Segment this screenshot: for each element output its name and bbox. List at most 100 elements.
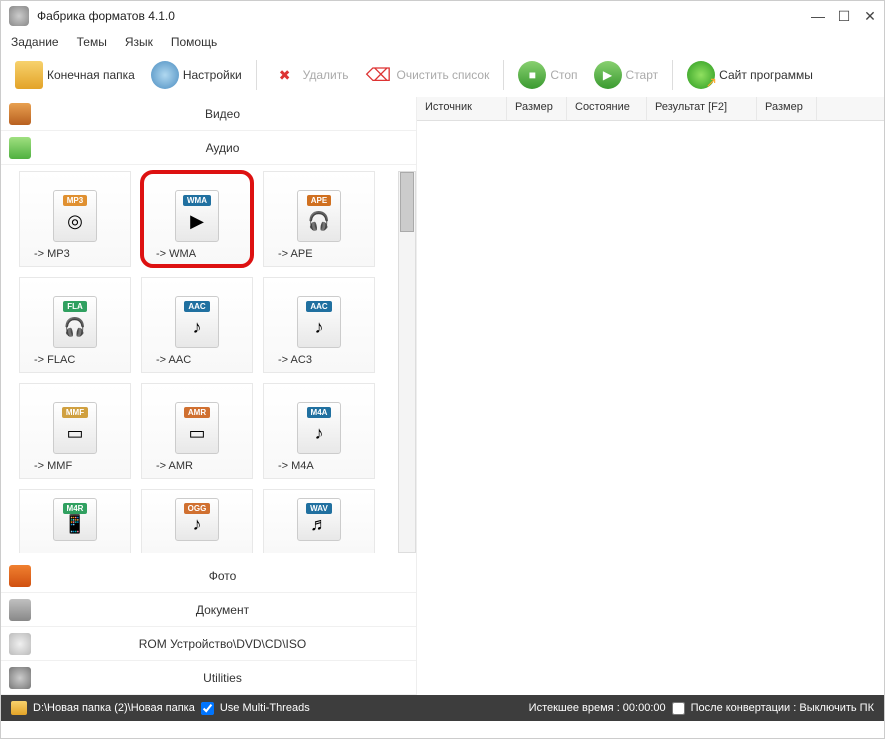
format-symbol-icon: ▭	[66, 423, 83, 444]
category-document[interactable]: Документ	[1, 593, 416, 627]
format-badge: MMF	[62, 407, 88, 418]
file-icon: MP3 ◎	[53, 190, 97, 242]
delete-icon	[271, 61, 299, 89]
menu-language[interactable]: Язык	[125, 35, 153, 49]
format-symbol-icon: 🎧	[64, 317, 86, 338]
format-symbol-icon: ▶	[190, 211, 204, 232]
start-icon	[594, 61, 622, 89]
format-symbol-icon: ◎	[67, 211, 83, 232]
menubar: Задание Темы Язык Помощь	[1, 31, 884, 57]
format-label: -> MMF	[26, 460, 72, 472]
video-icon	[9, 103, 31, 125]
format-label: -> FLAC	[26, 354, 75, 366]
rom-label: ROM Устройство\DVD\CD\ISO	[37, 637, 408, 651]
document-icon	[9, 599, 31, 621]
stop-icon	[518, 61, 546, 89]
utilities-label: Utilities	[37, 671, 408, 685]
clear-icon	[364, 61, 392, 89]
start-button[interactable]: Старт	[588, 59, 665, 91]
formats-area: MP3◎-> MP3WMA▶-> WMAAPE🎧-> APEFLA🎧-> FLA…	[1, 165, 416, 559]
format-fla[interactable]: FLA 🎧 -> FLAC	[19, 277, 131, 373]
video-label: Видео	[37, 107, 408, 121]
format-badge: WMA	[183, 195, 211, 206]
stop-button[interactable]: Стоп	[512, 59, 583, 91]
utilities-icon	[9, 667, 31, 689]
format-badge: AAC	[184, 301, 209, 312]
clear-label: Очистить список	[396, 68, 489, 82]
after-convert-checkbox[interactable]	[672, 702, 685, 715]
format-wma[interactable]: WMA▶-> WMA	[141, 171, 253, 267]
format-badge: APE	[307, 195, 331, 206]
format-mmf[interactable]: MMF ▭ -> MMF	[19, 383, 131, 479]
format-m4r[interactable]: M4R📱	[19, 489, 131, 553]
elapsed-time: Истекшее время : 00:00:00	[529, 702, 666, 714]
clear-list-button[interactable]: Очистить список	[358, 59, 495, 91]
menu-help[interactable]: Помощь	[171, 35, 217, 49]
output-path[interactable]: D:\Новая папка (2)\Новая папка	[33, 702, 195, 714]
format-symbol-icon: ▭	[188, 423, 205, 444]
menu-task[interactable]: Задание	[11, 35, 59, 49]
minimize-button[interactable]: —	[812, 10, 824, 22]
format-badge: WAV	[306, 503, 332, 514]
format-aac[interactable]: AAC♪-> AC3	[263, 277, 375, 373]
output-folder-button[interactable]: Конечная папка	[9, 59, 141, 91]
format-label: -> APE	[270, 248, 313, 260]
file-icon: FLA 🎧	[53, 296, 97, 348]
after-convert-label: После конвертации : Выключить ПК	[691, 702, 874, 714]
col-source[interactable]: Источник	[417, 97, 507, 120]
file-icon: MMF ▭	[53, 402, 97, 454]
settings-label: Настройки	[183, 68, 242, 82]
audio-label: Аудио	[37, 141, 408, 155]
category-photo[interactable]: Фото	[1, 559, 416, 593]
file-icon: WMA ▶	[175, 190, 219, 242]
scrollbar[interactable]	[398, 171, 416, 553]
format-mp3[interactable]: MP3◎-> MP3	[19, 171, 131, 267]
format-amr[interactable]: AMR ▭ -> AMR	[141, 383, 253, 479]
delete-button[interactable]: Удалить	[265, 59, 355, 91]
format-badge: MP3	[63, 195, 87, 206]
format-symbol-icon: 🎧	[308, 211, 330, 232]
document-label: Документ	[37, 603, 408, 617]
toolbar: Конечная папка Настройки Удалить Очистит…	[1, 57, 884, 97]
format-badge: M4R	[63, 503, 88, 514]
menu-themes[interactable]: Темы	[77, 35, 107, 49]
format-wav[interactable]: WAV♬	[263, 489, 375, 553]
format-ogg[interactable]: OGG♪	[141, 489, 253, 553]
scrollbar-thumb[interactable]	[400, 172, 414, 232]
format-aac[interactable]: AAC ♪ -> AAC	[141, 277, 253, 373]
stop-label: Стоп	[550, 68, 577, 82]
photo-label: Фото	[37, 569, 408, 583]
format-symbol-icon: ♪	[315, 423, 324, 444]
maximize-button[interactable]: ☐	[838, 10, 850, 22]
col-status[interactable]: Состояние	[567, 97, 647, 120]
col-size2[interactable]: Размер	[757, 97, 817, 120]
format-label: -> AAC	[148, 354, 191, 366]
category-video[interactable]: Видео	[1, 97, 416, 131]
category-rom[interactable]: ROM Устройство\DVD\CD\ISO	[1, 627, 416, 661]
format-label: -> AMR	[148, 460, 193, 472]
format-ape[interactable]: APE 🎧 -> APE	[263, 171, 375, 267]
format-label: -> AC3	[270, 354, 312, 366]
file-icon: AAC ♪	[175, 296, 219, 348]
format-symbol-icon: ♪	[193, 317, 202, 338]
format-badge: AMR	[184, 407, 210, 418]
category-audio[interactable]: Аудио	[1, 131, 416, 165]
col-result[interactable]: Результат [F2]	[647, 97, 757, 120]
close-button[interactable]: ✕	[864, 10, 876, 22]
format-badge: M4A	[307, 407, 332, 418]
folder-icon[interactable]	[11, 701, 27, 715]
statusbar: D:\Новая папка (2)\Новая папка Use Multi…	[1, 695, 884, 721]
app-icon	[9, 6, 29, 26]
website-button[interactable]: Сайт программы	[681, 59, 819, 91]
start-label: Старт	[626, 68, 659, 82]
multithreads-checkbox[interactable]	[201, 702, 214, 715]
format-symbol-icon: ♪	[193, 514, 202, 535]
category-utilities[interactable]: Utilities	[1, 661, 416, 695]
format-m4a[interactable]: M4A♪-> M4A	[263, 383, 375, 479]
col-size[interactable]: Размер	[507, 97, 567, 120]
format-badge: FLA	[63, 301, 87, 312]
folder-icon	[15, 61, 43, 89]
gear-icon	[151, 61, 179, 89]
output-folder-label: Конечная папка	[47, 68, 135, 82]
settings-button[interactable]: Настройки	[145, 59, 248, 91]
